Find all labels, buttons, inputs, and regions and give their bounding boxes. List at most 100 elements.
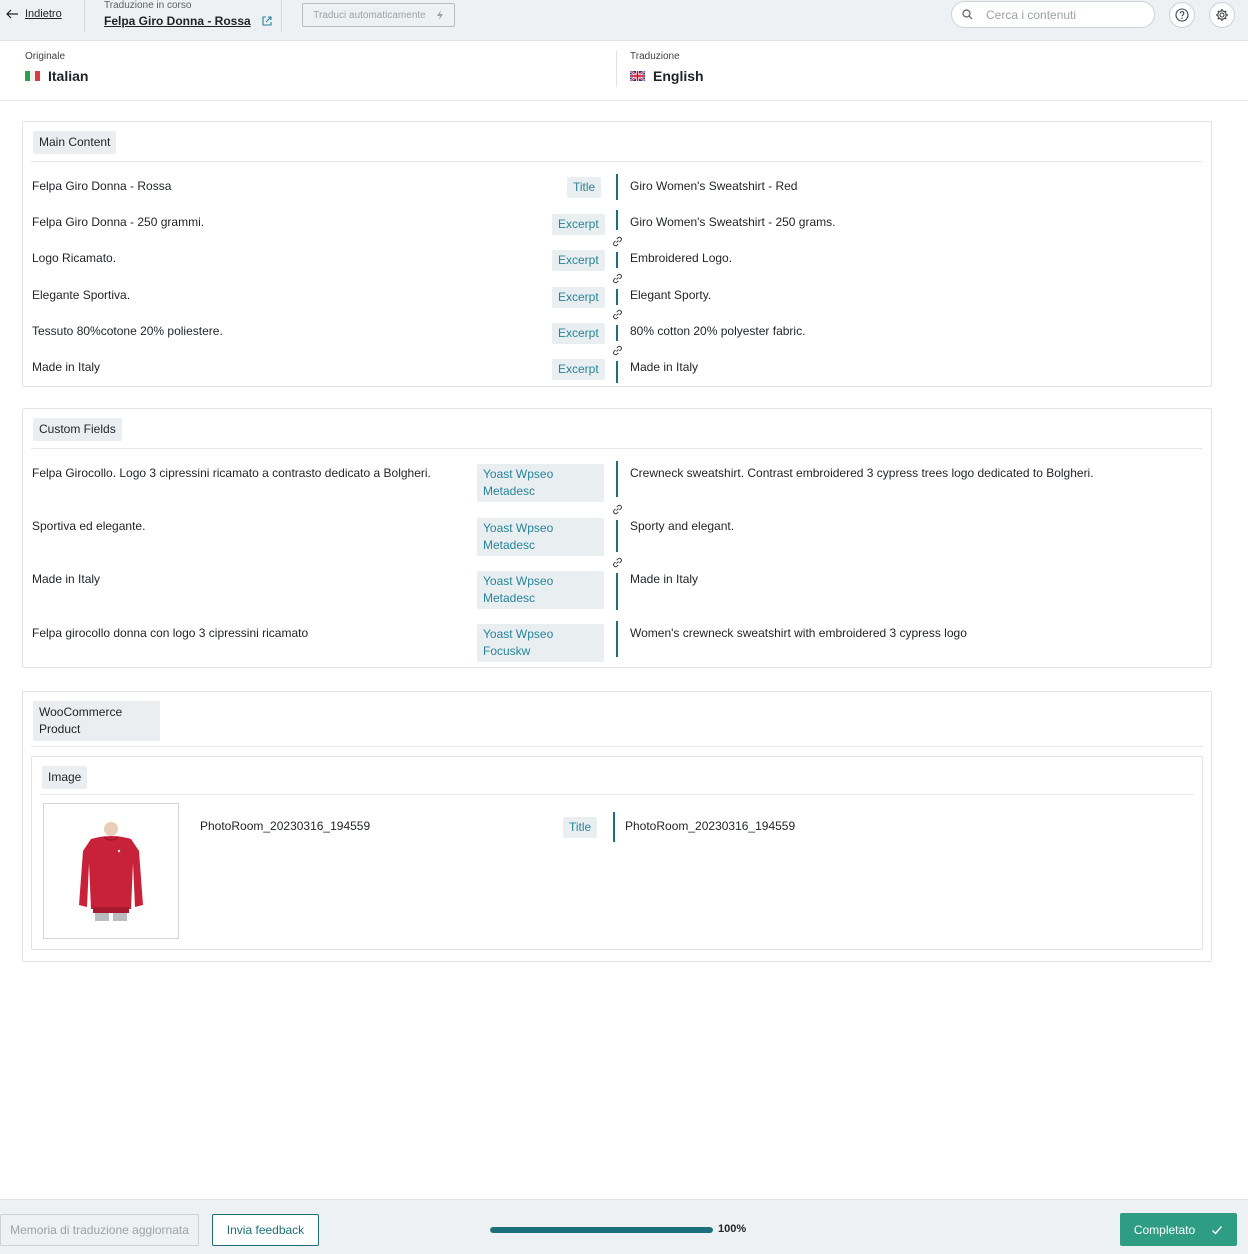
complete-label: Completato: [1133, 1222, 1196, 1237]
segment-bar: [616, 252, 618, 268]
field-tag: Yoast Wpseo Focuskw: [477, 624, 604, 662]
custom-fields-section: Custom Fields Felpa Girocollo. Logo 3 ci…: [22, 408, 1212, 668]
top-bar: Indietro Traduzione in corso Felpa Giro …: [0, 0, 1248, 41]
source-text: Felpa Girocollo. Logo 3 cipressini ricam…: [32, 466, 431, 480]
header-divider: [84, 0, 85, 32]
translation-language-label: Traduzione: [630, 51, 680, 62]
lightning-icon: [436, 10, 443, 20]
page-title-link[interactable]: Felpa Giro Donna - Rossa: [104, 14, 273, 28]
segment-bar: [616, 289, 618, 305]
language-divider: [616, 51, 617, 87]
original-language-label: Originale: [25, 51, 66, 62]
target-text[interactable]: Sporty and elegant.: [630, 519, 734, 533]
translation-language: Traduzione English: [630, 51, 704, 84]
field-tag: Title: [563, 817, 598, 838]
complete-button[interactable]: Completato: [1120, 1213, 1237, 1246]
help-icon: [1175, 8, 1189, 22]
image-subsection: Image PhotoRoom_20230316_194559 Title Ph…: [31, 756, 1203, 950]
field-tag-line: Yoast Wpseo: [483, 574, 554, 588]
header-divider: [281, 0, 282, 32]
field-tag-line: Yoast Wpseo: [483, 627, 554, 641]
field-tag: Yoast Wpseo Metadesc: [477, 571, 604, 609]
target-text[interactable]: Crewneck sweatshirt. Contrast embroidere…: [630, 466, 1094, 480]
target-text[interactable]: 80% cotton 20% polyester fabric.: [630, 324, 805, 338]
target-text[interactable]: PhotoRoom_20230316_194559: [625, 819, 795, 833]
field-tag-line: Focuskw: [483, 644, 531, 658]
segment-bar: [616, 621, 618, 657]
auto-translate-button[interactable]: Traduci automaticamente: [302, 3, 455, 27]
field-tag-line: Metadesc: [483, 484, 536, 498]
field-tag: Excerpt: [552, 287, 605, 308]
field-tag-line: Metadesc: [483, 538, 536, 552]
section-title: WooCommerce Product: [33, 701, 160, 741]
footer-bar: Memoria di traduzione aggiornata Invia f…: [0, 1199, 1248, 1254]
target-text[interactable]: Giro Women's Sweatshirt - 250 grams.: [630, 215, 835, 229]
link-icon[interactable]: [611, 503, 624, 516]
translation-memory-button[interactable]: Memoria di traduzione aggiornata: [0, 1214, 199, 1246]
source-text: Logo Ricamato.: [32, 251, 117, 265]
progress-bar: [490, 1227, 713, 1233]
section-divider: [31, 746, 1203, 747]
link-icon[interactable]: [611, 308, 624, 321]
field-tag: Yoast Wpseo Metadesc: [477, 518, 604, 556]
target-text[interactable]: Elegant Sporty.: [630, 288, 711, 302]
main-content-section: Main Content Felpa Giro Donna - Rossa Ti…: [22, 121, 1212, 387]
check-icon: [1212, 1225, 1223, 1235]
section-divider: [31, 448, 1203, 449]
field-tag-line: Metadesc: [483, 591, 536, 605]
language-row: Originale Italian Traduzione English: [0, 41, 1248, 101]
link-icon[interactable]: [611, 344, 624, 357]
send-feedback-button[interactable]: Invia feedback: [212, 1214, 319, 1246]
field-tag: Excerpt: [552, 359, 605, 380]
target-text[interactable]: Embroidered Logo.: [630, 251, 732, 265]
search-box[interactable]: [951, 1, 1155, 28]
help-button[interactable]: [1169, 2, 1195, 28]
woocommerce-section: WooCommerce Product Image PhotoRoom_20230…: [22, 691, 1212, 962]
field-tag: Title: [567, 177, 602, 198]
back-label: Indietro: [25, 8, 62, 20]
source-text: PhotoRoom_20230316_194559: [200, 819, 371, 833]
source-text: Felpa Giro Donna - 250 grammi.: [32, 215, 205, 229]
search-input[interactable]: [986, 7, 1146, 22]
source-text: Sportiva ed elegante.: [32, 519, 146, 533]
segment-bar: [616, 361, 618, 383]
back-link[interactable]: Indietro: [5, 7, 62, 21]
italy-flag-icon: [25, 71, 40, 81]
field-tag: Excerpt: [552, 323, 605, 344]
page-title-block: Traduzione in corso Felpa Giro Donna - R…: [104, 0, 273, 28]
arrow-left-icon: [6, 9, 18, 19]
segment-bar: [616, 210, 618, 230]
source-text: Felpa girocollo donna con logo 3 cipress…: [32, 626, 309, 640]
field-tag: Excerpt: [552, 250, 605, 271]
link-icon[interactable]: [611, 556, 624, 569]
field-tag-line: Yoast Wpseo: [483, 521, 554, 535]
segment-bar: [616, 325, 618, 341]
external-link-icon[interactable]: [261, 15, 273, 27]
source-text: Elegante Sportiva.: [32, 288, 131, 302]
link-icon[interactable]: [611, 235, 624, 248]
target-text[interactable]: Made in Italy: [630, 360, 698, 374]
source-text: Made in Italy: [32, 572, 101, 586]
auto-translate-label: Traduci automaticamente: [313, 9, 426, 21]
section-title-line: Product: [39, 722, 81, 736]
target-text[interactable]: Made in Italy: [630, 572, 698, 586]
section-title: Main Content: [33, 131, 117, 154]
target-text[interactable]: Giro Women's Sweatshirt - Red: [630, 179, 797, 193]
original-language-value: Italian: [48, 68, 89, 84]
page-title: Felpa Giro Donna - Rossa: [104, 14, 251, 28]
settings-button[interactable]: [1209, 2, 1235, 28]
uk-flag-icon: [630, 71, 645, 81]
original-language: Originale Italian: [25, 51, 88, 84]
link-icon[interactable]: [611, 272, 624, 285]
page-subtitle: Traduzione in corso: [104, 0, 192, 11]
gear-icon: [1216, 9, 1228, 21]
source-text: Made in Italy: [32, 360, 101, 374]
target-text[interactable]: Women's crewneck sweatshirt with embroid…: [630, 626, 967, 640]
section-title-line: WooCommerce: [39, 705, 123, 719]
subsection-divider: [40, 794, 1194, 795]
sweatshirt-image: [79, 822, 143, 921]
field-tag: Excerpt: [552, 214, 605, 235]
segment-bar: [616, 174, 618, 200]
section-divider: [31, 161, 1203, 162]
search-icon: [962, 9, 973, 20]
